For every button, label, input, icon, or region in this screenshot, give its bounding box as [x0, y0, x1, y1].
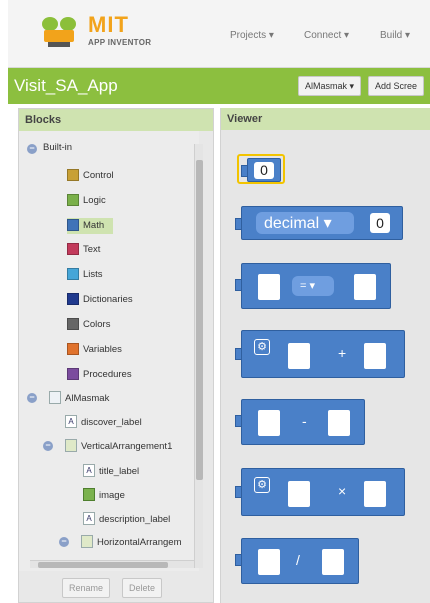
app-inventor-logo-icon — [42, 17, 76, 47]
builtin-item-label: Procedures — [83, 369, 132, 380]
project-bar: Visit_SA_App AlMasmak ▾ Add Scree — [8, 68, 430, 104]
math-divide-block[interactable]: / — [235, 538, 359, 584]
decimal-value-field[interactable]: 0 — [370, 213, 390, 233]
scroll-thumb[interactable] — [38, 562, 168, 568]
delete-button[interactable]: Delete — [122, 578, 163, 598]
builtin-item-label: Control — [83, 170, 114, 181]
top-bar: MIT APP INVENTOR Projects ▾ Connect ▾ Bu… — [8, 0, 430, 68]
compare-dropdown[interactable]: = ▾ — [292, 276, 334, 296]
block-body: ⚙ + — [241, 330, 405, 378]
left-operand-slot[interactable] — [288, 343, 310, 369]
math-multiply-block[interactable]: ⚙ × — [235, 468, 405, 516]
collapse-screen-icon[interactable]: − — [27, 393, 37, 403]
right-operand-slot[interactable] — [364, 343, 386, 369]
menu-build[interactable]: Build ▾ — [380, 30, 410, 41]
label-component-icon: A — [83, 464, 95, 477]
arrangement-component-icon — [81, 535, 93, 548]
builtin-item-label: Logic — [83, 195, 106, 206]
decimal-dropdown[interactable]: decimal ▾ — [256, 212, 354, 234]
left-operand-slot[interactable] — [258, 274, 280, 300]
screen-select-button[interactable]: AlMasmak ▾ — [298, 76, 362, 96]
blocks-vertical-scrollbar[interactable] — [194, 144, 203, 568]
blocks-horizontal-scrollbar[interactable] — [30, 560, 194, 568]
math-number-block[interactable]: 0 — [237, 154, 285, 184]
left-operand-slot[interactable] — [258, 549, 280, 575]
math-compare-block[interactable]: = ▾ — [235, 263, 391, 309]
math-add-block[interactable]: ⚙ + — [235, 330, 405, 378]
minus-operator: - — [302, 413, 307, 429]
right-operand-slot[interactable] — [364, 481, 386, 507]
component-label: HorizontalArrangem — [97, 537, 182, 548]
block-body: 0 — [247, 158, 281, 182]
lists-swatch-icon — [67, 268, 79, 280]
blocks-panel-title: Blocks — [19, 109, 213, 131]
dictionaries-swatch-icon — [67, 293, 79, 305]
project-title: Visit_SA_App — [14, 76, 118, 95]
block-body: ⚙ × — [241, 468, 405, 516]
times-operator: × — [338, 483, 347, 499]
screen-icon — [49, 391, 61, 404]
logo-subtitle: APP INVENTOR — [88, 38, 152, 47]
block-body: - — [241, 399, 365, 445]
rename-button[interactable]: Rename — [62, 578, 111, 598]
mutator-gear-icon[interactable]: ⚙ — [254, 477, 270, 493]
collapse-vertical-arrangement-icon[interactable]: − — [43, 441, 53, 451]
scroll-thumb[interactable] — [196, 160, 203, 480]
block-body: decimal ▾ 0 — [241, 206, 403, 240]
block-body: = ▾ — [241, 263, 391, 309]
right-operand-slot[interactable] — [322, 549, 344, 575]
builtin-item-math[interactable]: Math — [67, 218, 113, 234]
component-label: VerticalArrangement1 — [81, 441, 173, 452]
component-root-label: AlMasmak — [65, 393, 110, 404]
blocks-tree: − Built-in Control Logic Math Text Lists… — [19, 131, 199, 571]
label-component-icon: A — [65, 415, 77, 428]
variables-swatch-icon — [67, 343, 79, 355]
plus-operator: + — [338, 345, 347, 361]
collapse-horizontal-arrangement-icon[interactable]: − — [59, 537, 69, 547]
logic-swatch-icon — [67, 194, 79, 206]
label-component-icon: A — [83, 512, 95, 525]
right-operand-slot[interactable] — [354, 274, 376, 300]
menu-projects[interactable]: Projects ▾ — [230, 30, 274, 41]
builtin-item-label: Lists — [83, 269, 103, 280]
math-subtract-block[interactable]: - — [235, 399, 365, 445]
image-component-icon — [83, 488, 95, 501]
viewer-title: Viewer — [221, 108, 430, 130]
component-label: image — [99, 490, 125, 501]
component-label: discover_label — [81, 417, 142, 428]
builtin-label[interactable]: Built-in — [43, 142, 72, 158]
colors-swatch-icon — [67, 318, 79, 330]
component-label: title_label — [99, 466, 140, 477]
procedures-swatch-icon — [67, 368, 79, 380]
number-field[interactable]: 0 — [254, 162, 274, 179]
decimal-block[interactable]: decimal ▾ 0 — [235, 206, 403, 242]
mutator-gear-icon[interactable]: ⚙ — [254, 339, 270, 355]
component-label: description_label — [99, 514, 171, 525]
control-swatch-icon — [67, 169, 79, 181]
right-operand-slot[interactable] — [328, 410, 350, 436]
text-swatch-icon — [67, 243, 79, 255]
blocks-panel: Blocks − Built-in Control Logic Math Tex… — [18, 108, 214, 603]
block-body: / — [241, 538, 359, 584]
builtin-item-label: Colors — [83, 319, 111, 330]
builtin-item-label: Math — [83, 220, 105, 231]
left-operand-slot[interactable] — [258, 410, 280, 436]
menu-connect[interactable]: Connect ▾ — [304, 30, 349, 41]
viewer-panel: Viewer 0 decimal ▾ 0 = ▾ ⚙ + - ⚙ × / — [220, 108, 430, 603]
left-operand-slot[interactable] — [288, 481, 310, 507]
builtin-item-label: Dictionaries — [83, 294, 133, 305]
divide-operator: / — [296, 552, 300, 568]
add-screen-button[interactable]: Add Scree — [368, 76, 425, 96]
math-swatch-icon — [67, 219, 79, 231]
builtin-item-label: Text — [83, 244, 101, 255]
collapse-builtin-icon[interactable]: − — [27, 144, 37, 154]
builtin-item-label: Variables — [83, 344, 122, 355]
arrangement-component-icon — [65, 439, 77, 452]
logo-mit-text: MIT — [88, 12, 129, 37]
